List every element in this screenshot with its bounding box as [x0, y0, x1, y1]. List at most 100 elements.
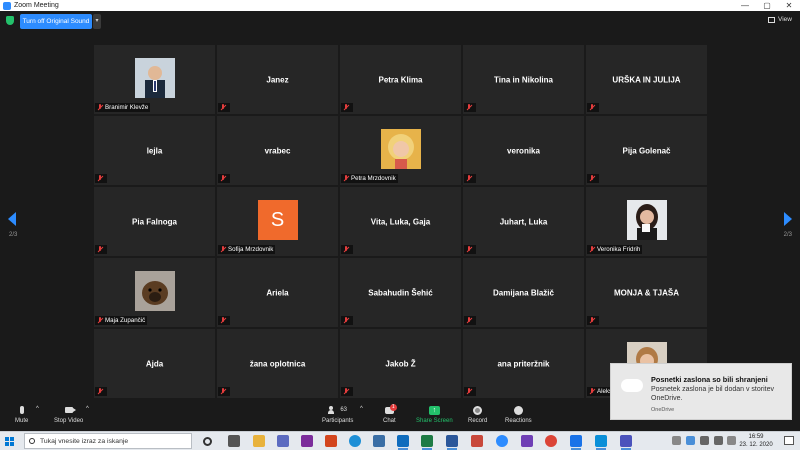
- previous-page-arrow-icon[interactable]: [8, 212, 16, 226]
- participant-label: [95, 387, 107, 396]
- participant-tile[interactable]: Jakob Ž: [340, 329, 461, 398]
- taskbar-search-box[interactable]: Tukaj vnesite izraz za iskanje: [24, 433, 192, 449]
- chat-unread-badge: 1: [389, 404, 397, 411]
- muted-mic-icon: [589, 104, 595, 111]
- reactions-button[interactable]: Reactions: [505, 405, 532, 424]
- muted-mic-icon: [466, 317, 472, 324]
- participant-tile[interactable]: Branimir Klevže: [94, 45, 215, 114]
- view-label: View: [778, 16, 792, 23]
- participant-tile[interactable]: Petra Mrzdovnik: [340, 116, 461, 185]
- participant-tile[interactable]: S Sofija Mrzdovnik: [217, 187, 338, 256]
- participant-name: veronika: [507, 146, 540, 155]
- participant-tile[interactable]: Ajda: [94, 329, 215, 398]
- participant-tile[interactable]: Sabahudin Šehić: [340, 258, 461, 327]
- tray-onedrive-icon[interactable]: [686, 436, 695, 445]
- record-button[interactable]: Record: [468, 405, 487, 424]
- powerpoint-icon[interactable]: [471, 435, 483, 447]
- language-icon[interactable]: [727, 436, 736, 445]
- word-icon[interactable]: [446, 435, 458, 450]
- maximize-button[interactable]: ▢: [756, 1, 778, 10]
- share-screen-button[interactable]: ↑ Share Screen: [416, 405, 453, 424]
- participant-tile[interactable]: lejla: [94, 116, 215, 185]
- teams-app-icon[interactable]: [620, 435, 632, 450]
- participant-label: [341, 387, 353, 396]
- muted-mic-icon: [466, 175, 472, 182]
- participant-label-text: Maja Zupančič: [105, 317, 146, 324]
- onedrive-cloud-icon: [621, 379, 643, 392]
- video-options-caret[interactable]: ^: [86, 406, 89, 412]
- teams-icon[interactable]: [521, 435, 533, 447]
- participant-photo: [626, 200, 667, 240]
- taskbar-clock[interactable]: 16:59 23. 12. 2020: [739, 433, 773, 449]
- participant-tile[interactable]: Pia Falnoga: [94, 187, 215, 256]
- task-view-icon[interactable]: [228, 435, 240, 447]
- muted-mic-icon: [97, 246, 103, 253]
- original-sound-dropdown[interactable]: ▾: [93, 14, 101, 29]
- participant-tile[interactable]: Vita, Luka, Gaja: [340, 187, 461, 256]
- participant-tile[interactable]: ana priteržnik: [463, 329, 584, 398]
- video-camera-icon: [64, 407, 76, 413]
- participant-tile[interactable]: Maja Zupančič: [94, 258, 215, 327]
- tray-app-icon[interactable]: [672, 436, 681, 445]
- file-explorer-icon[interactable]: [253, 435, 265, 447]
- snip-sketch-icon[interactable]: [595, 435, 607, 450]
- chrome-icon[interactable]: [545, 435, 557, 447]
- muted-mic-icon: [343, 388, 349, 395]
- zoom-taskbar-icon[interactable]: [496, 435, 508, 447]
- excel-icon[interactable]: [421, 435, 433, 450]
- participant-tile[interactable]: žana oplotnica: [217, 329, 338, 398]
- muted-mic-icon: [220, 388, 226, 395]
- participants-button[interactable]: 63 Participants: [322, 405, 353, 424]
- participant-tile[interactable]: URŠKA IN JULIJA: [586, 45, 707, 114]
- participants-count: 63: [340, 407, 348, 413]
- reactions-label: Reactions: [505, 418, 532, 424]
- gallery-grid: Branimir Klevže Janez Petra Klima Tina in N…: [94, 45, 707, 398]
- participant-tile[interactable]: veronika: [463, 116, 584, 185]
- mail-icon[interactable]: [373, 435, 385, 447]
- stop-video-button[interactable]: Stop Video: [54, 405, 83, 424]
- participant-tile[interactable]: vrabec: [217, 116, 338, 185]
- participant-tile[interactable]: Veronika Fridrih: [586, 187, 707, 256]
- participant-tile[interactable]: Ariela: [217, 258, 338, 327]
- participant-name: Vita, Luka, Gaja: [370, 217, 431, 226]
- office-icon[interactable]: [325, 435, 337, 447]
- cortana-icon[interactable]: [203, 437, 212, 446]
- audio-options-caret[interactable]: ^: [36, 406, 39, 412]
- participant-tile[interactable]: Tina in Nikolina: [463, 45, 584, 114]
- participant-tile[interactable]: Damijana Blažič: [463, 258, 584, 327]
- minimize-button[interactable]: —: [734, 1, 756, 10]
- share-screen-icon: ↑: [428, 405, 440, 415]
- participants-options-caret[interactable]: ^: [360, 406, 363, 412]
- view-button[interactable]: View: [768, 16, 792, 23]
- network-icon[interactable]: [700, 436, 709, 445]
- store-icon[interactable]: [277, 435, 289, 447]
- edge-icon[interactable]: [349, 435, 361, 447]
- mute-button[interactable]: Mute: [15, 405, 28, 424]
- downloads-icon[interactable]: [570, 435, 582, 450]
- muted-mic-icon: [220, 246, 226, 253]
- onenote-icon[interactable]: [301, 435, 313, 447]
- volume-icon[interactable]: [714, 436, 723, 445]
- muted-mic-icon: [343, 246, 349, 253]
- next-page-arrow-icon[interactable]: [784, 212, 792, 226]
- windows-start-icon[interactable]: [5, 437, 14, 446]
- action-center-icon[interactable]: [784, 436, 794, 445]
- onedrive-notification[interactable]: Posnetki zaslona so bili shranjeni Posne…: [610, 363, 792, 420]
- participant-tile[interactable]: MONJA & TJAŠA: [586, 258, 707, 327]
- participant-tile[interactable]: Pija Golenač: [586, 116, 707, 185]
- participant-tile[interactable]: Janez: [217, 45, 338, 114]
- participant-tile[interactable]: Juhart, Luka: [463, 187, 584, 256]
- close-button[interactable]: ✕: [778, 1, 800, 10]
- security-shield-icon[interactable]: [6, 16, 14, 25]
- share-screen-label: Share Screen: [416, 418, 453, 424]
- participant-name: Ajda: [145, 359, 164, 368]
- participant-tile[interactable]: Petra Klima: [340, 45, 461, 114]
- chat-button[interactable]: 1 Chat: [383, 404, 397, 424]
- participant-label: [341, 316, 353, 325]
- muted-mic-icon: [220, 104, 226, 111]
- participant-name: Pia Falnoga: [132, 217, 177, 226]
- outlook-icon[interactable]: [397, 435, 409, 450]
- participant-photo: [380, 129, 421, 169]
- windows-taskbar: Tukaj vnesite izraz za iskanje 16:59 23.…: [0, 431, 800, 450]
- original-sound-button[interactable]: Turn off Original Sound: [20, 14, 92, 29]
